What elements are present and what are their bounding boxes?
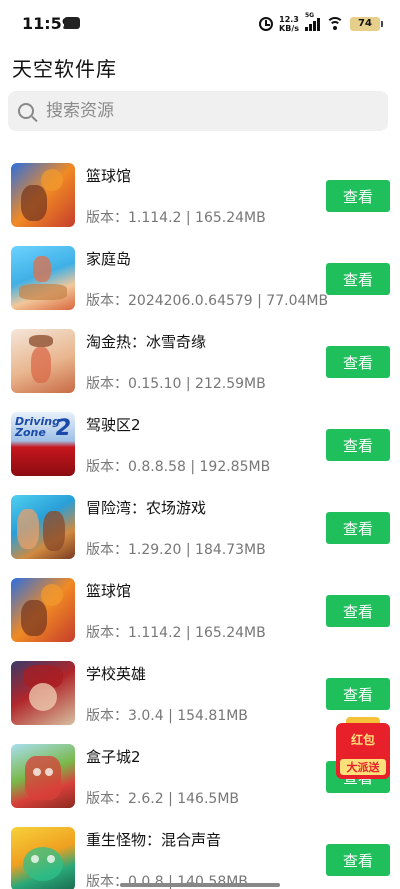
app-thumbnail xyxy=(11,661,75,725)
wifi-icon xyxy=(326,17,344,31)
app-meta: 版本：1.29.20 | 184.73MB xyxy=(86,542,266,558)
notification-icon xyxy=(64,17,80,29)
search-bar[interactable] xyxy=(8,91,388,131)
app-name: 学校英雄 xyxy=(86,665,147,683)
view-button[interactable]: 查看 xyxy=(326,180,390,212)
app-thumbnail xyxy=(11,329,75,393)
cellular-signal-icon: 5G xyxy=(305,12,320,31)
app-name: 驾驶区2 xyxy=(86,416,141,434)
view-button[interactable]: 查看 xyxy=(326,346,390,378)
network-speed-unit: KB/s xyxy=(279,24,299,33)
app-meta: 版本：0.8.8.58 | 192.85MB xyxy=(86,459,271,475)
app-thumbnail xyxy=(11,578,75,642)
list-item[interactable]: 篮球馆 版本：1.114.2 | 165.24MB 查看 xyxy=(0,163,400,246)
search-input[interactable] xyxy=(46,101,346,121)
search-icon xyxy=(18,103,34,119)
app-name: 重生怪物：混合声音 xyxy=(86,831,222,849)
app-thumbnail xyxy=(11,163,75,227)
app-name: 家庭岛 xyxy=(86,250,132,268)
list-item[interactable]: 家庭岛 版本：2024206.0.64579 | 77.04MB 查看 xyxy=(0,246,400,329)
app-meta: 版本：0.15.10 | 212.59MB xyxy=(86,376,266,392)
status-bar: 11:59 12.3 KB/s 5G 74 xyxy=(0,0,400,48)
view-button[interactable]: 查看 xyxy=(326,678,390,710)
thumbnail-logo-number: 2 xyxy=(55,416,71,441)
list-item[interactable]: 篮球馆 版本：1.114.2 | 165.24MB 查看 xyxy=(0,578,400,661)
alarm-icon xyxy=(259,17,274,31)
home-indicator[interactable] xyxy=(120,883,280,887)
battery-icon: 74 xyxy=(350,17,383,31)
app-thumbnail xyxy=(11,827,75,889)
view-button[interactable]: 查看 xyxy=(326,263,390,295)
app-meta: 版本：1.114.2 | 165.24MB xyxy=(86,625,266,641)
app-name: 盒子城2 xyxy=(86,748,141,766)
app-meta: 版本：1.114.2 | 165.24MB xyxy=(86,210,266,226)
app-thumbnail xyxy=(11,495,75,559)
app-name: 冒险湾：农场游戏 xyxy=(86,499,207,517)
battery-level: 74 xyxy=(358,18,372,29)
promo-subtitle: 大派送 xyxy=(340,759,386,775)
status-indicators: 12.3 KB/s 5G 74 xyxy=(259,12,383,36)
app-name: 篮球馆 xyxy=(86,582,132,600)
app-name: 篮球馆 xyxy=(86,167,132,185)
app-list: 篮球馆 版本：1.114.2 | 165.24MB 查看 家庭岛 版本：2024… xyxy=(0,163,400,889)
list-item[interactable]: 淘金热：冰雪奇缘 版本：0.15.10 | 212.59MB 查看 xyxy=(0,329,400,412)
list-item[interactable]: Driving Zone 2 驾驶区2 版本：0.8.8.58 | 192.85… xyxy=(0,412,400,495)
view-button[interactable]: 查看 xyxy=(326,512,390,544)
view-button[interactable]: 查看 xyxy=(326,844,390,876)
list-item[interactable]: 冒险湾：农场游戏 版本：1.29.20 | 184.73MB 查看 xyxy=(0,495,400,578)
network-type-label: 5G xyxy=(305,12,315,19)
view-button[interactable]: 查看 xyxy=(326,429,390,461)
app-thumbnail xyxy=(11,246,75,310)
list-item[interactable]: 重生怪物：混合声音 版本：0.0.8 | 140.58MB 查看 xyxy=(0,827,400,889)
app-thumbnail: Driving Zone 2 xyxy=(11,412,75,476)
network-speed: 12.3 KB/s xyxy=(279,15,299,33)
app-thumbnail xyxy=(11,744,75,808)
promo-title: 红包 xyxy=(350,733,375,747)
view-button[interactable]: 查看 xyxy=(326,595,390,627)
app-meta: 版本：2.6.2 | 146.5MB xyxy=(86,791,240,807)
network-speed-value: 12.3 xyxy=(279,15,299,24)
red-packet-promo[interactable]: 红包 大派送 xyxy=(336,717,390,779)
app-name: 淘金热：冰雪奇缘 xyxy=(86,333,207,351)
app-meta: 版本：3.0.4 | 154.81MB xyxy=(86,708,248,724)
page-title: 天空软件库 xyxy=(12,57,117,81)
app-meta: 版本：2024206.0.64579 | 77.04MB xyxy=(86,293,329,309)
